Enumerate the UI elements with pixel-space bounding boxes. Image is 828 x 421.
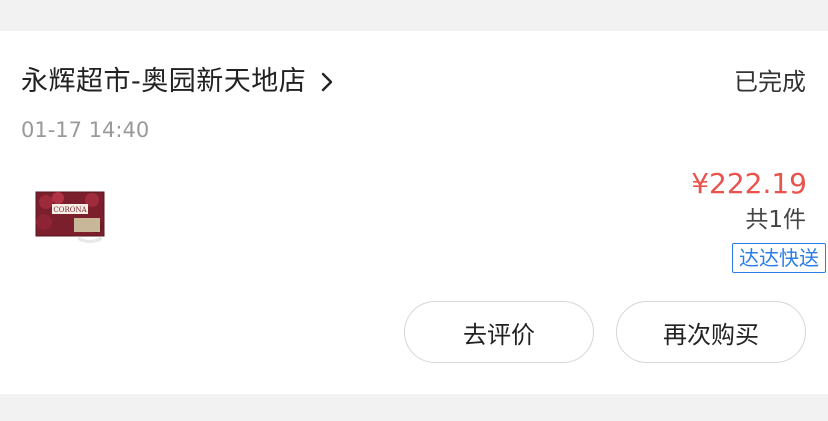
thumb-brand-text: CORONA <box>53 206 87 214</box>
chevron-right-icon <box>322 72 333 92</box>
delivery-tag: 达达快送 <box>732 243 826 273</box>
order-time: 01-17 14:40 <box>21 118 150 142</box>
store-link[interactable]: 永辉超市-奥园新天地店 <box>21 62 334 102</box>
review-button[interactable]: 去评价 <box>404 301 594 363</box>
store-name: 永辉超市-奥园新天地店 <box>21 66 307 97</box>
order-status: 已完成 <box>734 68 806 96</box>
order-price: ¥222.19 <box>691 167 807 200</box>
item-count: 共1件 <box>745 207 806 233</box>
rebuy-button[interactable]: 再次购买 <box>616 301 806 363</box>
product-thumbnail[interactable]: CORONA <box>34 188 106 246</box>
